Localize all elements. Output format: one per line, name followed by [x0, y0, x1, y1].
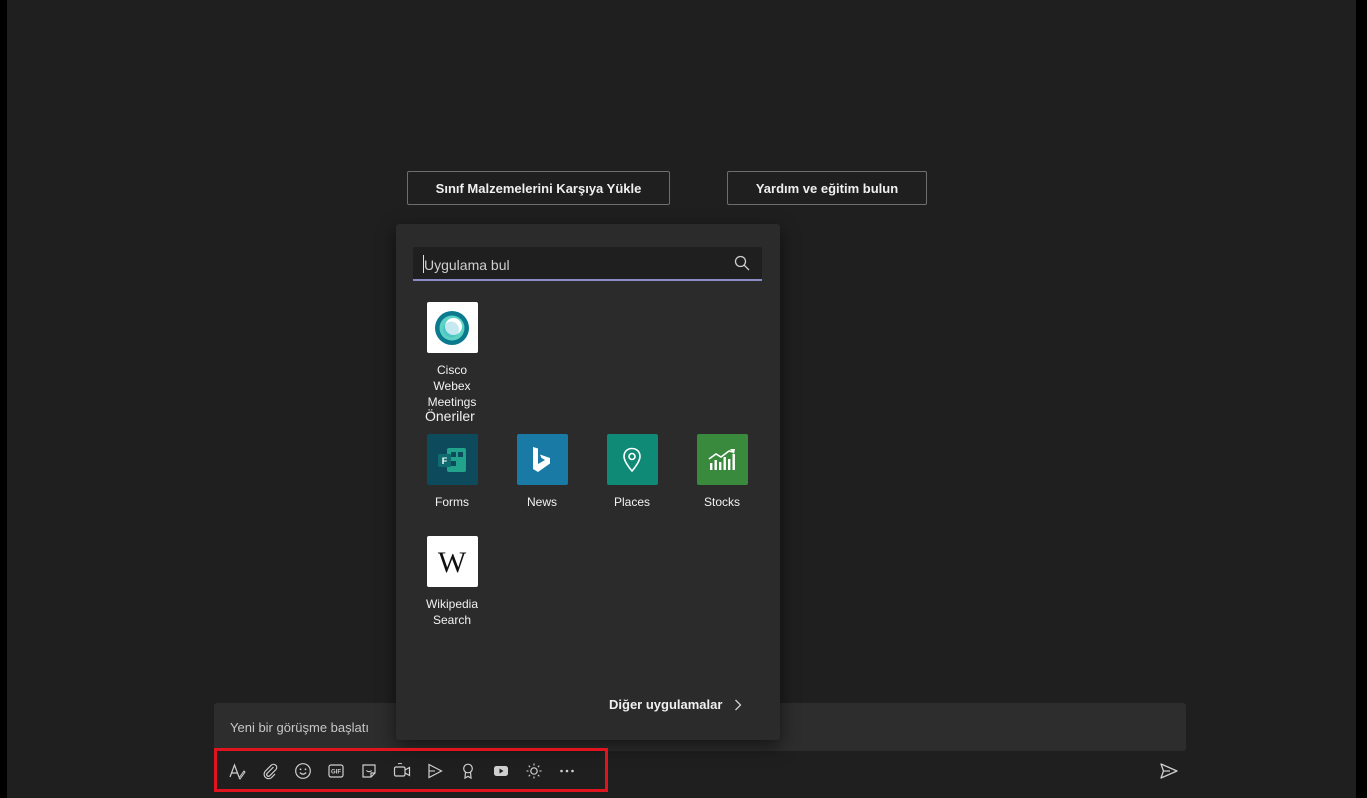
compose-placeholder: Yeni bir görüşme başlatı: [230, 720, 369, 735]
praise-icon[interactable]: [459, 762, 477, 780]
forms-icon: F: [426, 434, 478, 485]
app-label: Wikipedia Search: [425, 597, 479, 627]
app-label: News: [526, 495, 557, 509]
svg-text:GIF: GIF: [331, 770, 341, 776]
webex-icon: [426, 302, 478, 353]
app-places[interactable]: Places: [597, 434, 667, 510]
attach-icon[interactable]: [261, 762, 279, 780]
find-help-training-button[interactable]: Yardım ve eğitim bulun: [727, 171, 927, 205]
app-forms[interactable]: F Forms: [417, 434, 487, 510]
app-news[interactable]: News: [507, 434, 577, 510]
app-stocks[interactable]: Stocks: [687, 434, 757, 510]
app-picker-flyout: Cisco Webex Meetings Öneriler F Forms Ne…: [396, 224, 780, 740]
more-apps-label: Diğer uygulamalar: [609, 697, 723, 712]
gif-icon[interactable]: GIF: [327, 762, 345, 780]
suggestions-heading: Öneriler: [425, 408, 475, 424]
meet-now-icon[interactable]: [393, 762, 411, 780]
more-apps-link[interactable]: Diğer uygulamalar: [609, 697, 742, 712]
chevron-right-icon: [735, 699, 742, 710]
bing-news-icon: [516, 434, 568, 485]
app-wikipedia-search[interactable]: W Wikipedia Search: [417, 536, 487, 628]
app-cisco-webex[interactable]: Cisco Webex Meetings: [417, 302, 487, 410]
compose-toolbar: GIF: [228, 758, 576, 784]
app-label: Stocks: [703, 495, 740, 509]
location-pin-icon: [606, 434, 658, 485]
text-caret: [423, 255, 424, 273]
format-icon[interactable]: [228, 762, 246, 780]
app-search-input[interactable]: [422, 253, 716, 277]
app-label: Forms: [435, 495, 469, 509]
app-search-box[interactable]: [413, 247, 762, 281]
stock-chart-icon: [696, 434, 748, 485]
emoji-icon[interactable]: [294, 762, 312, 780]
svg-text:W: W: [438, 547, 467, 577]
more-options-icon[interactable]: [558, 762, 576, 780]
wikipedia-icon: W: [426, 536, 478, 587]
upload-class-materials-button[interactable]: Sınıf Malzemelerini Karşıya Yükle: [407, 171, 670, 205]
app-label: Cisco Webex Meetings: [427, 363, 477, 409]
youtube-icon[interactable]: [492, 762, 510, 780]
sticker-icon[interactable]: [360, 762, 378, 780]
brightness-icon[interactable]: [525, 762, 543, 780]
stream-icon[interactable]: [426, 762, 444, 780]
send-icon[interactable]: [1159, 761, 1179, 781]
search-icon[interactable]: [734, 255, 750, 271]
svg-text:F: F: [442, 456, 448, 466]
app-label: Places: [613, 495, 651, 509]
